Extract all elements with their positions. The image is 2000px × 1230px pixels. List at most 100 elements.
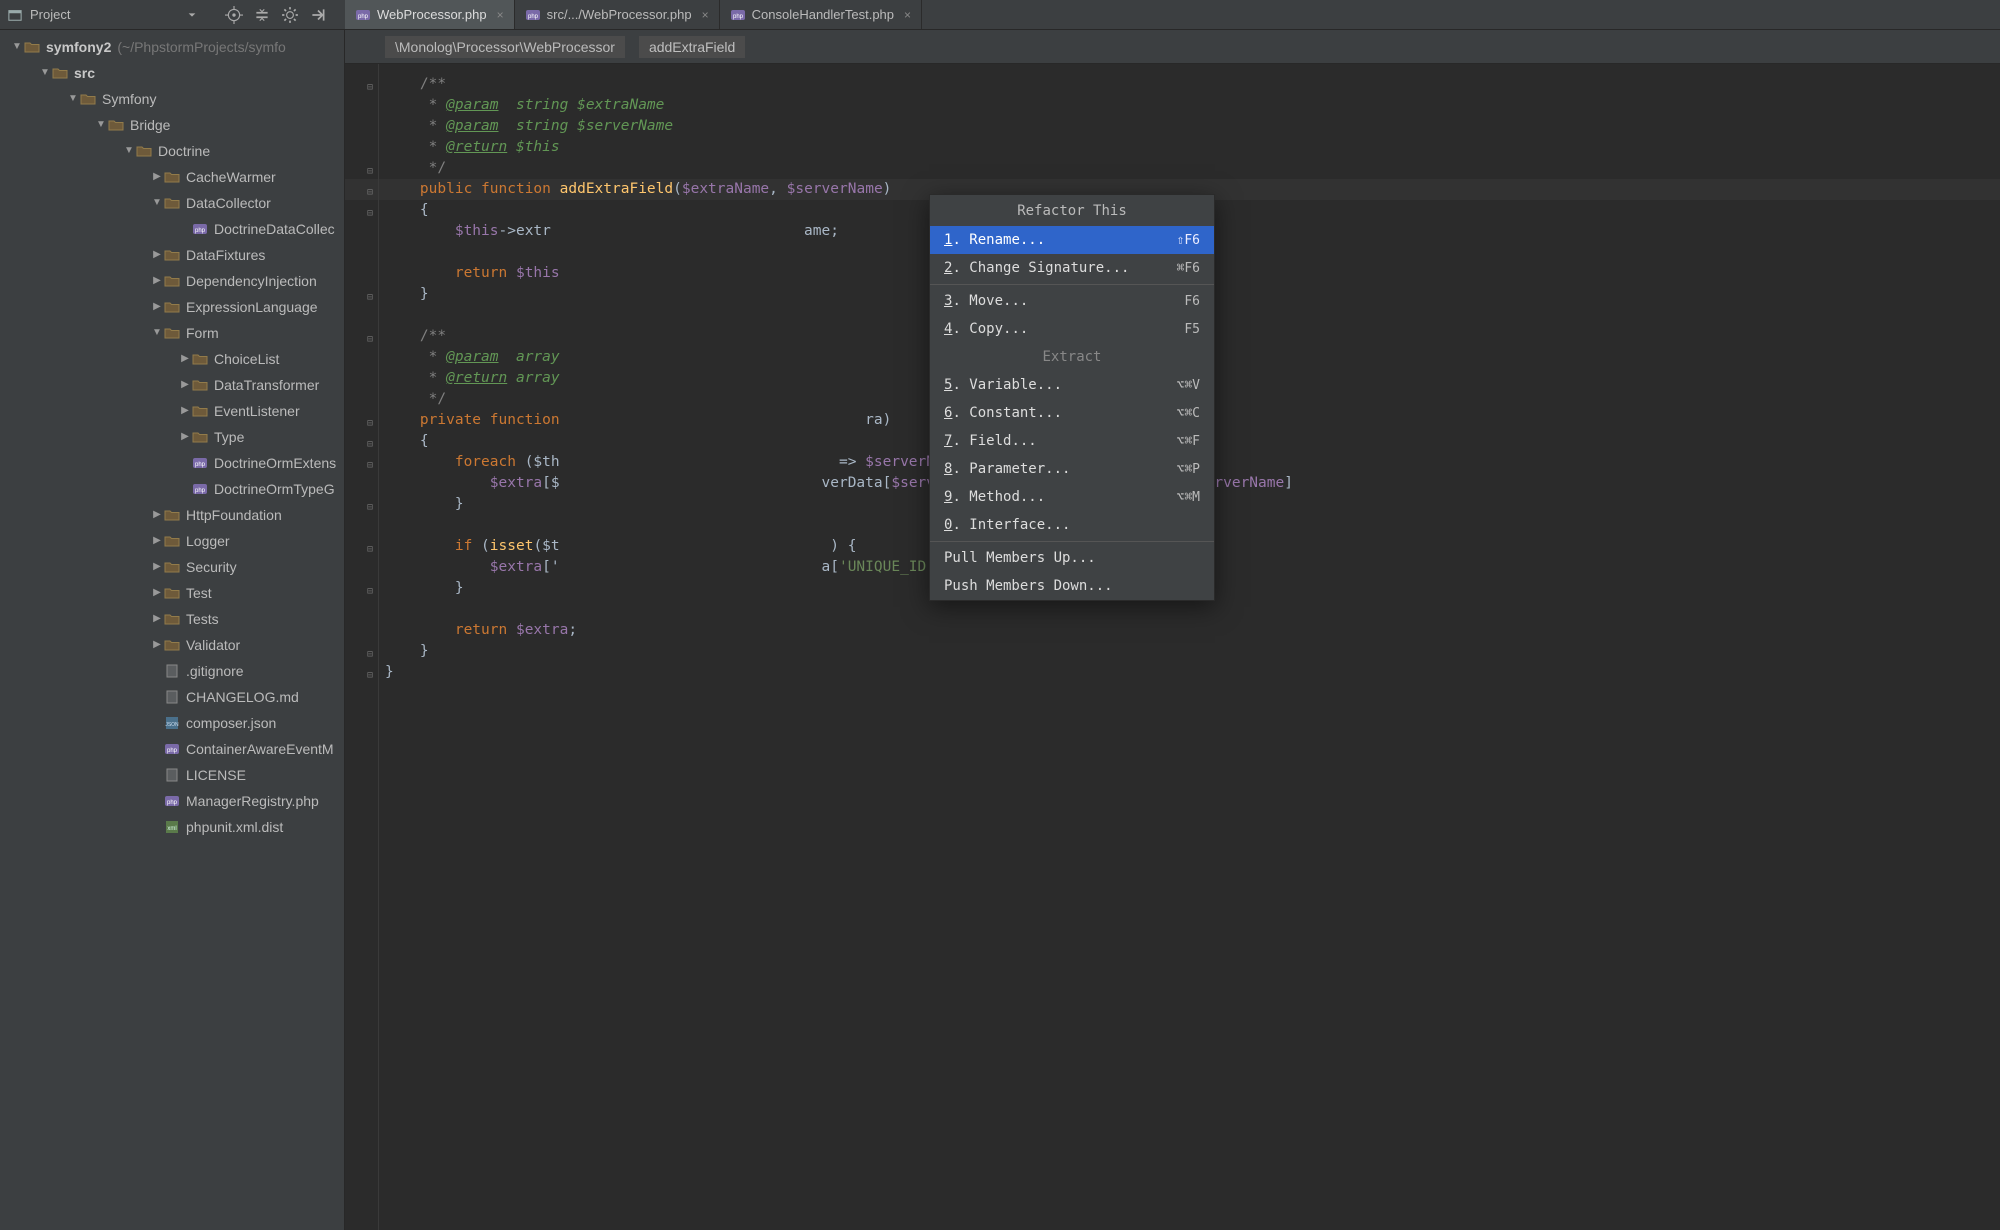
popup-menu-item[interactable]: 0. Interface... <box>930 511 1214 539</box>
folder-icon <box>164 507 180 523</box>
popup-menu-item[interactable]: 3. Move...F6 <box>930 287 1214 315</box>
tree-item[interactable]: ▶DataTransformer <box>0 372 344 398</box>
tree-item[interactable]: phpDoctrineOrmTypeG <box>0 476 344 502</box>
chevron-icon[interactable]: ▼ <box>94 112 108 138</box>
chevron-icon[interactable]: ▶ <box>178 398 192 424</box>
tree-label: phpunit.xml.dist <box>186 814 283 840</box>
tree-item[interactable]: ▶Type <box>0 424 344 450</box>
chevron-icon[interactable]: ▶ <box>150 268 164 294</box>
tree-item[interactable]: ▶ExpressionLanguage <box>0 294 344 320</box>
tree-item[interactable]: phpDoctrineDataCollec <box>0 216 344 242</box>
file-icon <box>164 767 180 783</box>
menu-shortcut: ⌥⌘P <box>1177 459 1200 480</box>
tree-item[interactable]: ▶Test <box>0 580 344 606</box>
tree-item[interactable]: ▶ DataFixtures <box>0 242 344 268</box>
chevron-icon[interactable]: ▼ <box>150 190 164 216</box>
tree-item[interactable]: ▼Doctrine <box>0 138 344 164</box>
chevron-icon[interactable]: ▼ <box>38 60 52 86</box>
tree-item[interactable]: ▼Form <box>0 320 344 346</box>
menu-item-label: 5. Variable... <box>944 375 1062 396</box>
breadcrumb-method[interactable]: addExtraField <box>639 36 745 58</box>
tree-item[interactable]: phpManagerRegistry.php <box>0 788 344 814</box>
chevron-down-icon[interactable] <box>183 6 201 24</box>
breadcrumb-class[interactable]: \Monolog\Processor\WebProcessor <box>385 36 625 58</box>
popup-menu-item[interactable]: Pull Members Up... <box>930 544 1214 572</box>
tree-item[interactable]: ▶Validator <box>0 632 344 658</box>
project-dropdown-label[interactable]: Project <box>30 7 70 22</box>
popup-menu-item[interactable]: 4. Copy...F5 <box>930 315 1214 343</box>
tree-item[interactable]: ▶ HttpFoundation <box>0 502 344 528</box>
tree-item[interactable]: xml phpunit.xml.dist <box>0 814 344 840</box>
editor-tab[interactable]: phpWebProcessor.php× <box>345 0 515 29</box>
editor-tab[interactable]: phpConsoleHandlerTest.php× <box>720 0 922 29</box>
xml-icon: xml <box>164 819 180 835</box>
svg-text:php: php <box>195 488 206 494</box>
chevron-icon[interactable]: ▶ <box>150 528 164 554</box>
chevron-icon[interactable]: ▼ <box>150 320 164 346</box>
tree-item[interactable]: phpDoctrineOrmExtens <box>0 450 344 476</box>
hide-icon[interactable] <box>309 6 327 24</box>
folder-open-icon <box>164 325 180 341</box>
close-icon[interactable]: × <box>900 8 911 22</box>
close-icon[interactable]: × <box>698 8 709 22</box>
tree-label: DataFixtures <box>186 242 265 268</box>
code-editor[interactable]: ⊟ ⊟ ⊟ ⊟ ⊟ ⊟ ⊟ ⊟ ⊟ ⊟ ⊟ ⊟ ⊟ ⊟ /** * @param… <box>345 64 2000 1230</box>
tree-label: HttpFoundation <box>186 502 282 528</box>
menu-shortcut: ⌥⌘C <box>1177 403 1200 424</box>
menu-item-label: 3. Move... <box>944 291 1028 312</box>
tree-item[interactable]: ▶EventListener <box>0 398 344 424</box>
tree-item[interactable]: ▶ChoiceList <box>0 346 344 372</box>
popup-menu-item[interactable]: 7. Field...⌥⌘F <box>930 427 1214 455</box>
folder-open-icon <box>52 65 68 81</box>
tree-item[interactable]: LICENSE <box>0 762 344 788</box>
popup-menu-item[interactable]: 2. Change Signature...⌘F6 <box>930 254 1214 282</box>
chevron-icon[interactable]: ▼ <box>10 34 24 60</box>
tree-item[interactable]: ▶DependencyInjection <box>0 268 344 294</box>
folder-icon <box>164 273 180 289</box>
chevron-icon[interactable]: ▼ <box>122 138 136 164</box>
popup-menu-item[interactable]: 1. Rename...⇧F6 <box>930 226 1214 254</box>
folder-icon <box>164 533 180 549</box>
chevron-icon[interactable]: ▶ <box>150 164 164 190</box>
chevron-icon[interactable]: ▶ <box>150 632 164 658</box>
popup-menu-item[interactable]: Push Members Down... <box>930 572 1214 600</box>
tree-item[interactable]: CHANGELOG.md <box>0 684 344 710</box>
menu-item-label: 6. Constant... <box>944 403 1062 424</box>
tree-item[interactable]: ▼DataCollector <box>0 190 344 216</box>
tree-item[interactable]: ▶Logger <box>0 528 344 554</box>
chevron-icon[interactable]: ▶ <box>150 242 164 268</box>
popup-menu-item[interactable]: 8. Parameter...⌥⌘P <box>930 455 1214 483</box>
chevron-icon[interactable]: ▶ <box>178 372 192 398</box>
tree-item[interactable]: ▼symfony2(~/PhpstormProjects/symfo <box>0 34 344 60</box>
tree-item[interactable]: ▶CacheWarmer <box>0 164 344 190</box>
folder-icon <box>164 559 180 575</box>
target-icon[interactable] <box>225 6 243 24</box>
editor-tab[interactable]: phpsrc/.../WebProcessor.php× <box>515 0 720 29</box>
tree-item[interactable]: .gitignore <box>0 658 344 684</box>
folder-open-icon <box>136 143 152 159</box>
chevron-icon[interactable]: ▶ <box>150 502 164 528</box>
tree-item[interactable]: JSONcomposer.json <box>0 710 344 736</box>
chevron-icon[interactable]: ▶ <box>150 554 164 580</box>
tree-item[interactable]: ▶Security <box>0 554 344 580</box>
popup-menu-item[interactable]: 6. Constant... ⌥⌘C <box>930 399 1214 427</box>
tree-item[interactable]: ▼Symfony <box>0 86 344 112</box>
popup-menu-item[interactable]: 5. Variable...⌥⌘V <box>930 371 1214 399</box>
chevron-icon[interactable]: ▼ <box>66 86 80 112</box>
tree-label: DoctrineDataCollec <box>214 216 335 242</box>
tree-item[interactable]: ▼Bridge <box>0 112 344 138</box>
collapse-icon[interactable] <box>253 6 271 24</box>
folder-open-icon <box>164 195 180 211</box>
menu-item-label: Pull Members Up... <box>944 548 1096 569</box>
tree-item[interactable]: ▶Tests <box>0 606 344 632</box>
chevron-icon[interactable]: ▶ <box>178 346 192 372</box>
gear-icon[interactable] <box>281 6 299 24</box>
close-icon[interactable]: × <box>493 8 504 22</box>
chevron-icon[interactable]: ▶ <box>150 294 164 320</box>
tree-item[interactable]: phpContainerAwareEventM <box>0 736 344 762</box>
tree-item[interactable]: ▼src <box>0 60 344 86</box>
chevron-icon[interactable]: ▶ <box>150 580 164 606</box>
popup-menu-item[interactable]: 9. Method...⌥⌘M <box>930 483 1214 511</box>
chevron-icon[interactable]: ▶ <box>178 424 192 450</box>
chevron-icon[interactable]: ▶ <box>150 606 164 632</box>
